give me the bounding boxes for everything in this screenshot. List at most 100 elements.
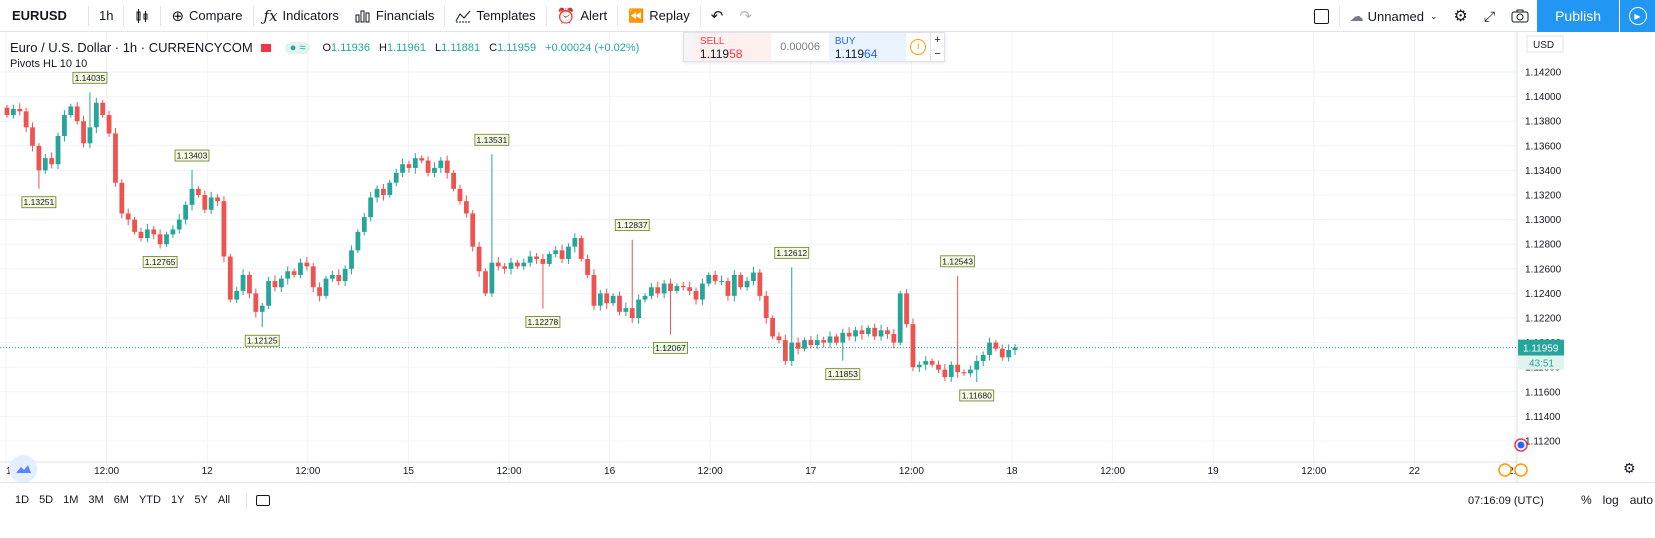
alert-label: Alert xyxy=(580,8,608,23)
range-3m[interactable]: 3M xyxy=(83,494,108,506)
event-flag-icon[interactable] xyxy=(1514,463,1528,477)
utc-clock[interactable]: 07:16:09 (UTC) xyxy=(1468,495,1544,507)
price-chart[interactable]: 1.14200 1.14000 1.13800 1.13600 1.13400 1.132… xyxy=(0,32,1655,482)
redo-icon: ↷ xyxy=(739,7,752,25)
templates-button[interactable]: Templates xyxy=(447,0,543,32)
event-flag-icon[interactable] xyxy=(1498,463,1512,477)
snapshot-button[interactable] xyxy=(1503,0,1537,32)
candle xyxy=(457,188,463,202)
drag-handle[interactable] xyxy=(684,33,694,61)
plus-button[interactable]: + xyxy=(934,33,940,47)
settings-button[interactable]: ⚙ xyxy=(1446,0,1476,32)
candle xyxy=(591,274,597,306)
candle xyxy=(368,197,374,218)
wave-icon: ≈ xyxy=(299,41,306,54)
range-6m[interactable]: 6M xyxy=(109,494,134,506)
pivot-label: 1.14035 xyxy=(75,73,106,83)
x-axis-tick-label: 12:00 xyxy=(1301,466,1326,477)
candle xyxy=(463,201,469,214)
y-axis-tick-label: 1.13800 xyxy=(1525,117,1562,128)
play-button[interactable]: ▶ xyxy=(1619,0,1655,32)
candle xyxy=(508,262,514,269)
candle xyxy=(87,127,93,144)
candle xyxy=(323,278,329,296)
layout-name-button[interactable]: ☁ Unnamed ⌄ xyxy=(1342,0,1446,32)
info-button[interactable]: i xyxy=(906,33,930,61)
candle xyxy=(999,348,1005,358)
candle xyxy=(757,272,763,296)
indicator-legend[interactable]: Pivots HL 10 10 xyxy=(10,58,87,70)
market-status-flag xyxy=(260,43,271,52)
fullscreen-button[interactable]: ⤢ xyxy=(1476,0,1503,32)
x-axis-tick-label: 12 xyxy=(202,466,214,477)
x-axis-tick-label: 12:00 xyxy=(899,466,924,477)
indicators-button[interactable]: ƒx Indicators xyxy=(256,0,347,32)
candle xyxy=(425,160,431,173)
toolbar-divider xyxy=(699,5,701,26)
range-1m[interactable]: 1M xyxy=(58,494,83,506)
candle xyxy=(502,266,508,269)
alert-button[interactable]: ⏰ Alert xyxy=(549,0,615,32)
tradingview-logo[interactable] xyxy=(9,455,37,483)
candle xyxy=(553,250,559,255)
candle xyxy=(904,293,909,325)
pivot-label: 1.12543 xyxy=(942,256,973,266)
spread-value: 0.00006 xyxy=(780,41,820,53)
candle xyxy=(419,158,425,161)
symbol-search-button[interactable]: EURUSD xyxy=(0,0,86,32)
candle xyxy=(151,229,157,235)
candle xyxy=(202,195,208,210)
candle xyxy=(234,290,240,300)
sell-button[interactable]: SELL 1.11958 xyxy=(693,33,772,61)
candle xyxy=(923,361,929,365)
candle xyxy=(955,364,961,373)
financials-button[interactable]: Financials xyxy=(347,0,443,32)
minus-button[interactable]: − xyxy=(934,47,940,61)
gear-icon: ⚙ xyxy=(1453,8,1468,25)
buy-button[interactable]: BUY 1.11964 xyxy=(828,33,907,61)
fullscreen-layout-button[interactable] xyxy=(1306,0,1337,32)
chart-type-button[interactable] xyxy=(126,0,158,32)
log-scale-button[interactable]: log xyxy=(1603,493,1619,507)
candle xyxy=(470,213,476,247)
range-all[interactable]: All xyxy=(213,494,235,506)
range-5d[interactable]: 5D xyxy=(34,494,58,506)
candle xyxy=(240,274,246,291)
alarm-clock-icon: ⏰ xyxy=(556,7,576,25)
candle xyxy=(100,102,106,116)
auto-scale-button[interactable]: auto xyxy=(1630,493,1653,507)
candle xyxy=(566,246,571,259)
candle xyxy=(961,372,967,374)
pivot-label: 1.12837 xyxy=(617,220,648,230)
candle xyxy=(227,256,233,300)
candle xyxy=(278,278,284,288)
candle xyxy=(176,219,182,230)
visibility-toggle[interactable]: ● ≈ xyxy=(284,41,311,54)
toolbar-divider xyxy=(123,5,125,26)
goto-date-icon[interactable] xyxy=(256,495,270,506)
candle xyxy=(393,172,399,183)
percent-scale-button[interactable]: % xyxy=(1581,493,1592,507)
top-toolbar: EURUSD 1h ⊕ Compare ƒx Indicators Financ… xyxy=(0,0,1655,32)
scale-settings-gear-icon[interactable]: ⚙ xyxy=(1623,461,1637,475)
redo-button[interactable]: ↷ xyxy=(731,0,760,32)
candle xyxy=(846,332,852,337)
range-ytd[interactable]: YTD xyxy=(134,494,166,506)
publish-button[interactable]: Publish xyxy=(1537,0,1619,32)
compare-button[interactable]: ⊕ Compare xyxy=(163,0,250,32)
range-5y[interactable]: 5Y xyxy=(189,494,212,506)
range-1y[interactable]: 1Y xyxy=(166,494,189,506)
pivot-label: 1.13403 xyxy=(177,151,208,161)
candle xyxy=(770,318,775,337)
range-1d[interactable]: 1D xyxy=(10,494,34,506)
candle xyxy=(170,229,176,235)
replay-button[interactable]: ⏪ Replay xyxy=(620,0,698,32)
candle xyxy=(967,369,973,374)
candle xyxy=(336,274,342,282)
undo-button[interactable]: ↶ xyxy=(703,0,732,32)
interval-button[interactable]: 1h xyxy=(91,0,121,32)
candle xyxy=(74,106,80,122)
candle xyxy=(776,336,782,341)
candle xyxy=(636,299,642,318)
candle xyxy=(534,256,539,259)
